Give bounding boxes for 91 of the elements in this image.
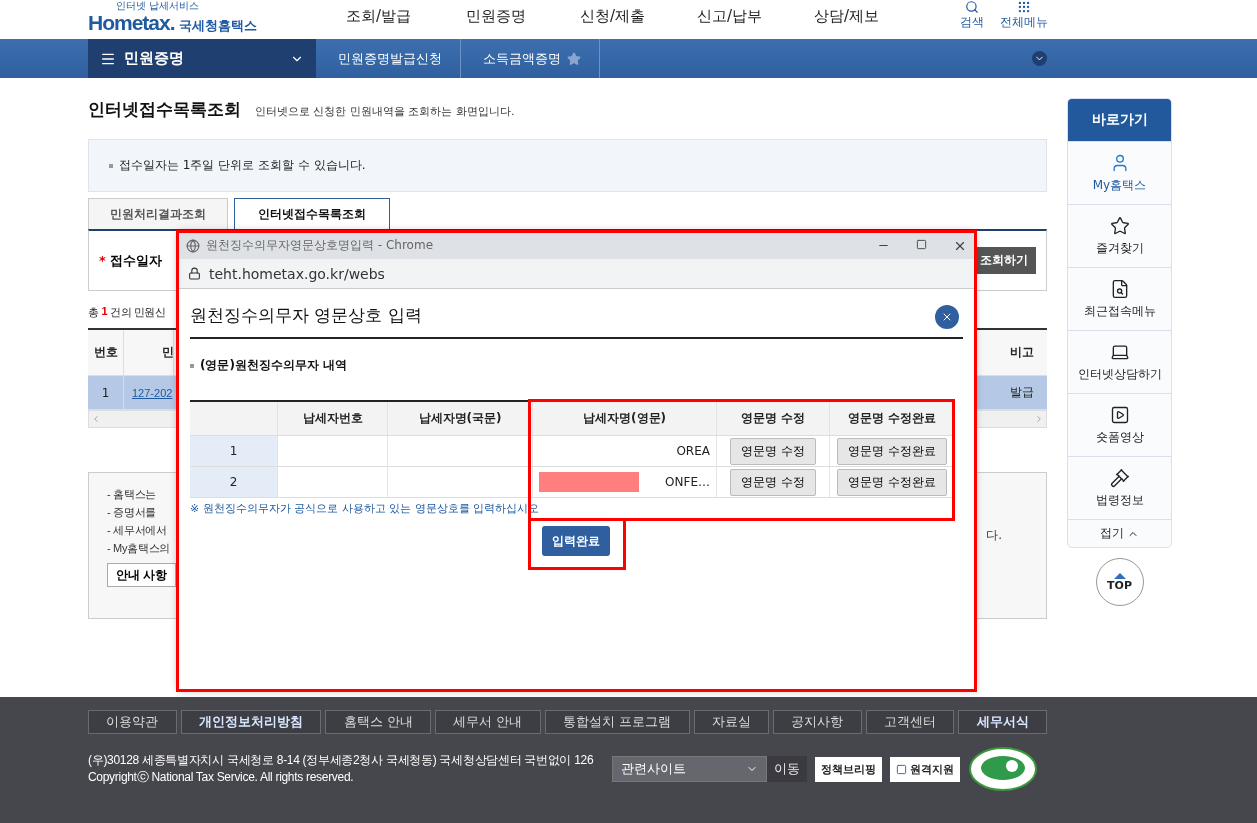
utility-link[interactable]: 전체메뉴 (1000, 0, 1048, 31)
guide-text: 다. (986, 527, 1002, 544)
window-title: 원천징수의무자영문상호명입력 - Chrome (206, 237, 434, 254)
fold-button[interactable]: 접기 (1068, 519, 1171, 547)
agency-name: 국세청홈택스 (178, 17, 257, 35)
footer-link[interactable]: 세무서 안내 (435, 710, 541, 734)
table-cell: 2 (190, 467, 278, 497)
footer-link[interactable]: 고객센터 (865, 710, 955, 734)
current-menu[interactable]: 민원증명 (88, 39, 316, 78)
receipt-link[interactable]: 127-202 (132, 386, 173, 399)
gavel-icon (1109, 467, 1130, 488)
column-header: 영문명 수정 (717, 402, 830, 435)
maximize-icon[interactable] (916, 238, 927, 250)
column-header: 민 (124, 330, 174, 375)
footer-link[interactable]: 공지사항 (773, 710, 862, 734)
quick-link[interactable]: My홈택스 (1068, 141, 1171, 204)
quick-link[interactable]: 즐겨찾기 (1068, 204, 1171, 267)
search-icon (965, 0, 979, 14)
footer-link[interactable]: 통합설치 프로그램 (544, 710, 690, 734)
quick-link[interactable]: 법령정보 (1068, 456, 1171, 519)
count-label: 총 (88, 305, 99, 320)
table-cell: 1 (88, 376, 124, 409)
count-label: 건의 민원신 (110, 305, 166, 320)
badge-link[interactable]: 정책브리핑 (815, 756, 882, 782)
guide-button[interactable]: 안내 사항 (107, 563, 177, 587)
table-cell: 1 (190, 436, 278, 466)
bullet-icon (109, 163, 113, 168)
play-icon (1109, 404, 1130, 425)
arrow-icon (1113, 572, 1126, 579)
done-button[interactable]: 영문명 수정완료 (837, 437, 947, 465)
guide-text: - 홈택스는 (107, 487, 156, 502)
panel-title: 바로가기 (1068, 99, 1171, 141)
column-header: 납세자번호 (278, 402, 388, 435)
done-button[interactable]: 영문명 수정완료 (837, 468, 947, 496)
close-button[interactable] (935, 305, 959, 329)
column-header: 번호 (88, 330, 124, 375)
site-select[interactable]: 관련사이트 (612, 756, 767, 782)
footer-link[interactable]: 홈택스 안내 (325, 710, 431, 734)
lock-icon (188, 267, 201, 280)
nav-item[interactable]: 신고/납부 (671, 7, 788, 26)
edit-button[interactable]: 영문명 수정 (730, 468, 816, 496)
breadcrumb[interactable]: 민원증명발급신청 (316, 39, 461, 78)
bullet-icon (190, 363, 194, 368)
page-description: 인터넷으로 신청한 민원내역을 조회하는 화면입니다. (255, 104, 515, 119)
section-title: (영문)원천징수의무자 내역 (200, 357, 348, 374)
star-icon (1109, 215, 1130, 236)
tab[interactable]: 민원처리결과조회 (88, 198, 228, 229)
column-header: 영문명 수정완료 (830, 402, 955, 435)
guide-text: - 세무서에서 (107, 523, 167, 538)
required-mark: * (99, 253, 106, 268)
guide-text: - 증명서를 (107, 505, 156, 520)
nav-item[interactable]: 상담/제보 (788, 7, 905, 26)
certification-mark-icon (968, 746, 1038, 792)
page-title: 인터넷접수목록조회 (88, 98, 241, 121)
column-header: 납세자명(영문) (533, 402, 717, 435)
address-bar[interactable]: teht.hometax.go.kr/webs (178, 259, 975, 289)
logo-tagline: 인터넷 납세서비스 (116, 0, 200, 11)
address-text: (우)30128 세종특별자치시 국세청로 8-14 (정부세종2청사 국세청동) 국세청상담센터 국번없이 126 (88, 752, 595, 769)
edit-button[interactable]: 영문명 수정 (730, 437, 816, 465)
globe-icon (186, 238, 200, 253)
go-button[interactable]: 이동 (767, 756, 807, 782)
top-button[interactable]: TOP (1095, 558, 1144, 606)
submit-button[interactable]: 입력완료 (542, 526, 610, 556)
notice-text: 접수일자는 1주일 단위로 조회할 수 있습니다. (119, 157, 366, 174)
nav-item[interactable]: 조회/발급 (320, 7, 437, 26)
star-icon (567, 51, 581, 66)
footer-link[interactable]: 자료실 (693, 710, 770, 734)
nav-item[interactable]: 신청/제출 (554, 7, 671, 26)
badge-link[interactable]: 원격지원 (890, 756, 960, 782)
breadcrumb[interactable]: 소득금액증명 (461, 39, 600, 78)
close-icon (941, 311, 953, 323)
footer-link[interactable]: 이용약관 (88, 710, 177, 734)
count-number: 1 (101, 305, 108, 319)
field-label: 접수일자 (109, 251, 162, 270)
grid-icon (1017, 0, 1031, 14)
nav-item[interactable]: 민원증명 (437, 7, 554, 26)
remote-icon (896, 763, 907, 775)
footer-link[interactable]: 개인정보처리방침 (180, 710, 322, 734)
logo[interactable]: Hometax. (88, 11, 175, 35)
quick-link[interactable]: 인터넷상담하기 (1068, 330, 1171, 393)
copyright-text: Copyrightⓒ National Tax Service. All rights reserved. (88, 769, 355, 786)
table-cell-text: 발급 (1009, 384, 1035, 401)
quick-link[interactable]: 최근접속메뉴 (1068, 267, 1171, 330)
guide-text: - My홈택스의 (107, 541, 170, 556)
quick-link[interactable]: 숏폼영상 (1068, 393, 1171, 456)
utility-link[interactable]: 검색 (960, 0, 984, 31)
column-header: 비고 (1009, 344, 1035, 361)
tab[interactable]: 인터넷접수목록조회 (234, 198, 390, 229)
column-header: 납세자명(국문) (388, 402, 533, 435)
expand-button[interactable] (1032, 51, 1047, 66)
footer-link[interactable]: 세무서식 (958, 710, 1048, 734)
